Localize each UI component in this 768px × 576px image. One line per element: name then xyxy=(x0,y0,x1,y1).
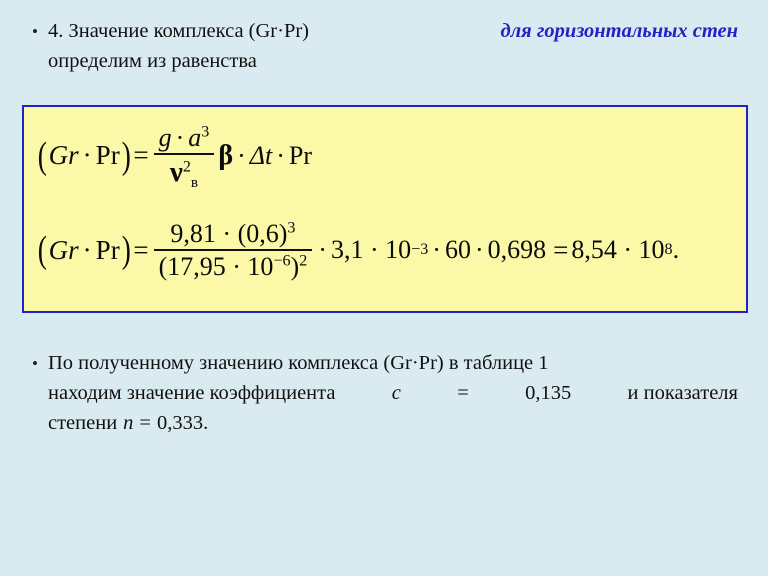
formula-1-pr-tail: Pr xyxy=(288,140,313,170)
formula-2-factor-2: 60 xyxy=(444,235,471,265)
paragraph-2-eq-c: = xyxy=(457,382,469,404)
paragraph-2-line-2-a: находим значение коэффициента xyxy=(48,382,336,404)
formula-2-denominator: (17,95 · 10−6)2 xyxy=(154,252,313,281)
paragraph-1-line-2-text: определим из равенства xyxy=(48,50,257,72)
formula-2-mul-1: · xyxy=(318,235,327,265)
formula-2-den-exp: 2 xyxy=(299,252,308,270)
formula-2-mul-3: · xyxy=(474,235,484,265)
paragraph-1-line-1-plain: 4. Значение комплекса (Gr·Pr) xyxy=(48,20,310,42)
formula-2: ( Gr · Pr ) = 9,81 · (0,6)3 (17,95 · 10−… xyxy=(36,219,680,282)
formula-1: ( Gr · Pr ) = g · a3 ν2в β · Δt · Pr xyxy=(36,123,313,192)
formula-2-gr: Gr xyxy=(48,234,79,265)
formula-1-den-exp: 2 xyxy=(182,158,191,176)
formula-1-num-g: g xyxy=(158,123,172,152)
formula-1-numerator: g · a3 xyxy=(154,123,215,152)
formula-2-mul-2: · xyxy=(432,235,441,265)
formula-2-open-paren: ( xyxy=(37,229,47,272)
formula-box: ( Gr · Pr ) = g · a3 ν2в β · Δt · Pr (G… xyxy=(22,105,748,313)
formula-2-fraction: 9,81 · (0,6)3 (17,95 · 10−6)2 xyxy=(153,219,313,281)
paragraph-1-emphasis: для горизонтальных стен xyxy=(500,20,738,42)
paragraph-2-val-c: 0,135 xyxy=(525,382,572,404)
formula-1-close-paren: ) xyxy=(121,134,131,177)
paragraph-2-var-n: n xyxy=(123,412,134,434)
paragraph-2-line-1-text: По полученному значению комплекса (Gr·Pr… xyxy=(48,352,549,374)
paragraph-2-line-3-a: степени xyxy=(48,412,118,434)
formula-1-fraction-bar xyxy=(153,153,215,156)
paragraph-2-line-1: По полученному значению комплекса (Gr·Pr… xyxy=(48,348,738,378)
paragraph-1: 4. Значение комплекса (Gr·Pr) для горизо… xyxy=(32,16,738,76)
paragraph-2-var-c: c xyxy=(391,382,401,404)
formula-2-factor-1: 3,1 · 10 xyxy=(330,235,412,265)
paragraph-2-body: По полученному значению комплекса (Gr·Pr… xyxy=(48,348,738,438)
formula-2-lhs: ( Gr · Pr ) xyxy=(36,231,132,269)
bullet-icon-2 xyxy=(32,348,48,379)
paragraph-2-val-n: 0,333. xyxy=(156,412,209,434)
formula-2-result: 8,54 · 10 xyxy=(571,235,665,265)
formula-1-fraction: g · a3 ν2в xyxy=(153,123,215,192)
formula-1-equals: = xyxy=(133,140,149,171)
formula-1-num-dot: · xyxy=(175,123,185,152)
paragraph-2: По полученному значению комплекса (Gr·Pr… xyxy=(32,348,738,438)
formula-1-delta-t: Δt xyxy=(249,140,273,170)
paragraph-2-line-2: находим значение коэффициента c = 0,135 … xyxy=(48,378,738,408)
formula-2-pr: Pr xyxy=(95,234,120,265)
formula-1-num-a-exp: 3 xyxy=(201,123,210,141)
formula-2-fraction-bar xyxy=(153,249,313,252)
slide-canvas: 4. Значение комплекса (Gr·Pr) для горизо… xyxy=(0,0,768,576)
formula-1-mul-1: · xyxy=(237,140,246,170)
paragraph-1-line-1: 4. Значение комплекса (Gr·Pr) для горизо… xyxy=(48,16,738,46)
formula-2-period: . xyxy=(672,235,680,265)
formula-1-den-nu: ν xyxy=(169,156,183,189)
formula-2-den-close: ) xyxy=(290,252,300,282)
formula-1-lhs: ( Gr · Pr ) xyxy=(36,137,132,175)
formula-1-denominator: ν2в xyxy=(165,156,203,192)
formula-1-pr: Pr xyxy=(95,140,120,171)
formula-2-den-inner-exp: −6 xyxy=(273,252,291,270)
formula-2-dot: · xyxy=(82,234,92,265)
bullet-icon-1 xyxy=(32,16,48,47)
formula-1-den-sub: в xyxy=(190,175,199,192)
formula-2-den-text: (17,95 · 10 xyxy=(158,252,274,282)
formula-2-numerator: 9,81 · (0,6)3 xyxy=(165,219,300,248)
formula-2-equals: = xyxy=(133,234,149,265)
formula-2-result-equals: = xyxy=(553,234,569,265)
paragraph-2-line-3: степени n = 0,333. xyxy=(48,408,738,438)
formula-1-open-paren: ( xyxy=(37,134,47,177)
formula-1-gr: Gr xyxy=(48,140,79,171)
formula-2-num-exp: 3 xyxy=(287,219,296,237)
formula-2-close-paren: ) xyxy=(121,229,131,272)
formula-1-mul-2: · xyxy=(276,140,285,170)
paragraph-1-body: 4. Значение комплекса (Gr·Pr) для горизо… xyxy=(48,16,738,76)
formula-2-factor-3: 0,698 xyxy=(487,235,547,265)
paragraph-2-eq-n: = xyxy=(139,412,151,434)
paragraph-2-line-2-b: и показателя xyxy=(627,382,738,404)
formula-1-dot: · xyxy=(82,140,92,171)
formula-1-beta: β xyxy=(218,139,234,171)
paragraph-1-line-2: определим из равенства xyxy=(48,46,738,76)
formula-2-num-text: 9,81 · (0,6) xyxy=(170,219,288,248)
formula-1-num-a: a xyxy=(188,123,202,152)
